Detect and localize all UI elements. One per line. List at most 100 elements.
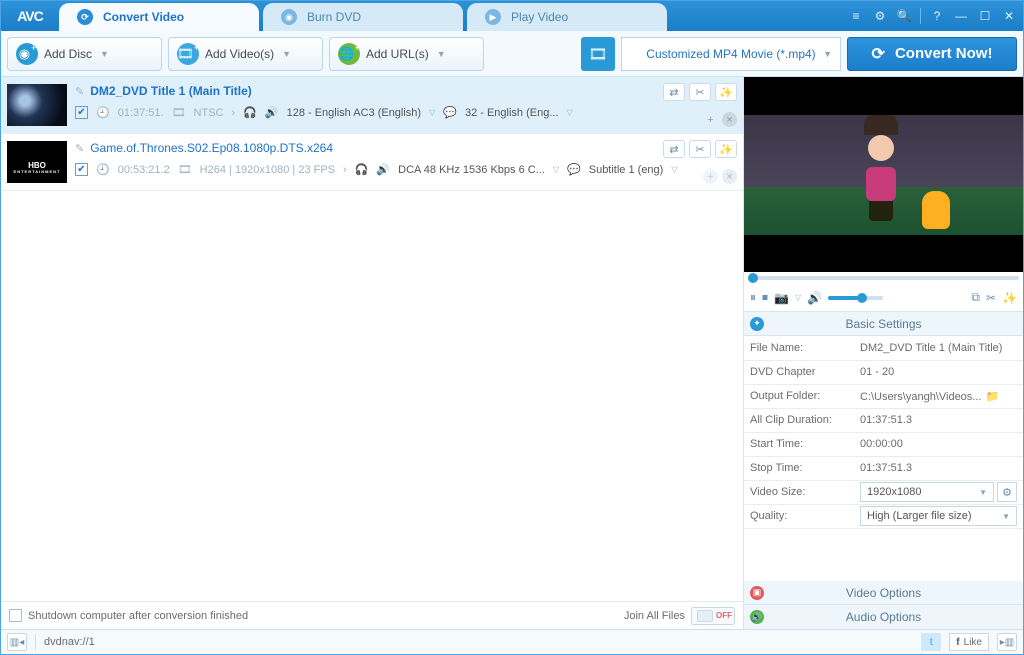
profile-icon: 🎞 [581, 37, 615, 71]
preview-settings-panel: ⏸ ⏹ 📷 ▽ 🔊 ⧉ ✂ ✨ ✦ Basic Settings File Na… [744, 77, 1023, 629]
value-start-time[interactable]: 00:00:00 [854, 432, 1023, 456]
remove-icon[interactable]: × [722, 112, 737, 127]
section-title: Basic Settings [845, 317, 921, 331]
chevron-down-icon[interactable]: ▽ [429, 108, 435, 117]
tab-convert-video[interactable]: ⟳ Convert Video [59, 3, 259, 31]
maximize-icon[interactable]: ☐ [977, 8, 993, 24]
twitter-icon[interactable]: t [921, 633, 941, 651]
chevron-down-icon: ▼ [100, 49, 109, 59]
chevron-down-icon[interactable]: ▽ [553, 165, 559, 174]
effects-icon[interactable]: ✨ [715, 140, 737, 158]
menu-icon[interactable]: ≡ [848, 8, 864, 24]
effects-icon[interactable]: ✨ [715, 83, 737, 101]
cut-icon[interactable]: ✂ [986, 291, 996, 305]
main-tabs: ⟳ Convert Video ◉ Burn DVD ▶ Play Video [59, 1, 842, 31]
cut-icon[interactable]: ✂ [689, 140, 711, 158]
chevron-down-icon: ▼ [282, 49, 291, 59]
basic-settings-header[interactable]: ✦ Basic Settings [744, 312, 1023, 336]
tab-label: Play Video [511, 10, 568, 24]
film-icon: ▣ [750, 586, 764, 600]
globe-icon: ✦ [750, 317, 764, 331]
panel-left-icon[interactable]: ▥◂ [7, 633, 27, 651]
facebook-like-button[interactable]: fLike [949, 633, 989, 651]
popout-icon[interactable]: ⧉ [971, 290, 980, 305]
label-file-name: File Name: [744, 336, 854, 360]
pause-icon[interactable]: ⏸ [750, 290, 756, 305]
list-item[interactable]: ✎ DM2_DVD Title 1 (Main Title) ✔ 🕘 01:37… [1, 77, 743, 134]
refresh-icon: ⟳ [77, 9, 93, 25]
quality-select[interactable]: High (Larger file size) ▼ [860, 506, 1017, 526]
speaker-icon: 🔊 [265, 106, 279, 119]
snapshot-icon[interactable]: 📷 [774, 291, 789, 305]
label-video-size: Video Size: [744, 480, 854, 504]
volume-icon[interactable]: 🔊 [807, 291, 822, 305]
label-stop-time: Stop Time: [744, 456, 854, 480]
value-stop-time[interactable]: 01:37:51.3 [854, 456, 1023, 480]
chevron-down-icon[interactable]: ▽ [795, 293, 801, 302]
edit-icon[interactable]: ✎ [75, 85, 84, 98]
item-title: Game.of.Thrones.S02.Ep08.1080p.DTS.x264 [90, 141, 333, 155]
empty-list-area [1, 191, 743, 601]
value-dvd-chapter[interactable]: 01 - 20 [854, 360, 1023, 384]
tab-play-video[interactable]: ▶ Play Video [467, 3, 667, 31]
add-disc-button[interactable]: ◉+ Add Disc ▼ [7, 37, 162, 71]
add-urls-button[interactable]: 🌐+ Add URL(s) ▼ [329, 37, 484, 71]
gear-icon[interactable]: ⚙ [997, 482, 1017, 502]
add-icon[interactable]: + [703, 169, 718, 184]
add-videos-button[interactable]: 🎞+ Add Video(s) ▼ [168, 37, 323, 71]
volume-slider[interactable] [828, 296, 883, 300]
panel-right-icon[interactable]: ▸▥ [997, 633, 1017, 651]
video-size-select[interactable]: 1920x1080 ▼ [860, 482, 994, 502]
convert-now-button[interactable]: ⟳ Convert Now! [847, 37, 1017, 71]
video-options-header[interactable]: ▣ Video Options [744, 581, 1023, 605]
cut-icon[interactable]: ✂ [689, 83, 711, 101]
label-output-folder: Output Folder: [744, 384, 854, 408]
swap-icon[interactable]: ⇄ [663, 83, 685, 101]
remove-icon[interactable]: × [722, 169, 737, 184]
minimize-icon[interactable]: ― [953, 8, 969, 24]
video-preview[interactable] [744, 77, 1023, 272]
thumbnail [7, 84, 67, 126]
help-icon[interactable]: ? [929, 8, 945, 24]
swap-icon[interactable]: ⇄ [663, 140, 685, 158]
section-title: Audio Options [846, 610, 921, 624]
chevron-down-icon[interactable]: ▽ [671, 165, 677, 174]
audio-options-header[interactable]: 🔊 Audio Options [744, 605, 1023, 629]
status-bar: ▥◂ dvdnav://1 t fLike ▸▥ [1, 629, 1023, 654]
add-icon[interactable]: + [703, 112, 718, 127]
item-checkbox[interactable]: ✔ [75, 106, 88, 119]
clock-icon: 🕘 [96, 106, 110, 119]
settings-icon[interactable]: ⚙ [872, 8, 888, 24]
list-item[interactable]: HBOENTERTAINMENT ✎ Game.of.Thrones.S02.E… [1, 134, 743, 191]
quality-value: High (Larger file size) [867, 510, 972, 522]
stop-icon[interactable]: ⏹ [762, 290, 768, 305]
value-output-folder[interactable]: C:\Users\yangh\Videos...📁 [854, 384, 1023, 408]
divider [35, 634, 36, 650]
effects-icon[interactable]: ✨ [1002, 291, 1017, 305]
shutdown-checkbox[interactable] [9, 609, 22, 622]
chevron-down-icon: ▼ [1002, 512, 1010, 521]
convert-icon: ⟳ [872, 44, 885, 64]
film-icon: 🎞 [178, 163, 192, 176]
chevron-down-icon: ▼ [979, 488, 987, 497]
basic-settings-table: File Name: DM2_DVD Title 1 (Main Title) … [744, 336, 1023, 529]
tab-burn-dvd[interactable]: ◉ Burn DVD [263, 3, 463, 31]
output-profile-select[interactable]: Customized MP4 Movie (*.mp4) ▼ [621, 37, 841, 71]
seek-bar[interactable] [744, 272, 1023, 284]
join-files-toggle[interactable]: OFF [691, 607, 735, 625]
value-clip-duration: 01:37:51.3 [854, 408, 1023, 432]
button-label: Add URL(s) [366, 47, 429, 61]
item-title: DM2_DVD Title 1 (Main Title) [90, 84, 252, 98]
disc-icon: ◉ [281, 9, 297, 25]
search-icon[interactable]: 🔍 [896, 8, 912, 24]
like-label: Like [964, 637, 982, 648]
item-checkbox[interactable]: ✔ [75, 163, 88, 176]
folder-icon[interactable]: 📁 [985, 391, 999, 403]
edit-icon[interactable]: ✎ [75, 142, 84, 155]
chevron-down-icon[interactable]: ▽ [567, 108, 573, 117]
duration-text: 01:37:51. [118, 107, 164, 119]
audio-icon: 🎧 [243, 106, 257, 119]
tab-label: Convert Video [103, 10, 184, 24]
close-icon[interactable]: ✕ [1001, 8, 1017, 24]
value-file-name[interactable]: DM2_DVD Title 1 (Main Title) [854, 336, 1023, 360]
